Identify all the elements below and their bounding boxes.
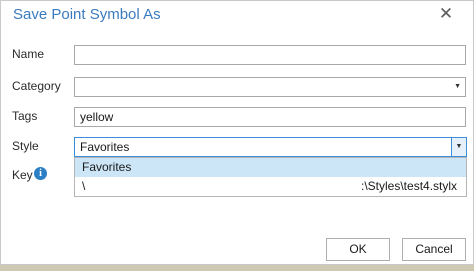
style-option-favorites[interactable]: Favorites xyxy=(75,158,466,177)
cancel-button[interactable]: Cancel xyxy=(402,238,466,261)
tags-input[interactable]: yellow xyxy=(74,107,466,127)
stylx-path-start: \ xyxy=(82,179,86,193)
name-input[interactable] xyxy=(74,45,466,65)
chevron-down-icon[interactable]: ▼ xyxy=(454,78,461,96)
style-value: Favorites xyxy=(80,140,130,154)
close-icon[interactable]: ✕ xyxy=(433,3,459,25)
tags-label: Tags xyxy=(12,109,38,123)
style-label: Style xyxy=(12,139,39,153)
key-label: Key xyxy=(12,168,33,182)
chevron-down-icon[interactable]: ▼ xyxy=(451,138,466,156)
category-select[interactable]: ▼ xyxy=(74,77,466,97)
stylx-path-end: :\Styles\test4.stylx xyxy=(361,179,458,193)
style-select[interactable]: Favorites ▼ xyxy=(74,137,467,157)
style-dropdown-list: Favorites \ :\Styles\test4.stylx xyxy=(74,157,467,197)
info-icon[interactable]: i xyxy=(34,167,47,180)
style-option-stylx-path[interactable]: \ :\Styles\test4.stylx xyxy=(75,177,466,196)
category-label: Category xyxy=(12,79,61,93)
name-label: Name xyxy=(12,47,45,61)
ok-button[interactable]: OK xyxy=(326,238,390,261)
dialog-title: Save Point Symbol As xyxy=(13,6,161,23)
save-point-symbol-dialog: Save Point Symbol As ✕ Name Category ▼ T… xyxy=(0,0,474,265)
